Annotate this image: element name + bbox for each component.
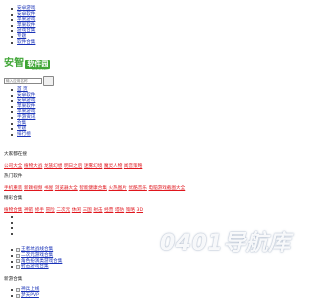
search-button[interactable]: [43, 76, 54, 86]
search-input[interactable]: [4, 78, 42, 84]
nav-item-label[interactable]: 安卓游戏: [17, 98, 35, 103]
top-link-label[interactable]: 安卓软件: [17, 12, 35, 17]
nav-item-label[interactable]: 苹果游戏: [17, 109, 35, 114]
collection-tag[interactable]: 休闲: [72, 208, 81, 213]
collection-tag[interactable]: 神箭: [24, 208, 33, 213]
main-nav: 首 页 安卓软件 安卓游戏 苹果软件 苹果游戏 手游资讯 合集 专题 排行榜: [5, 87, 35, 137]
hot-software-title: 热门软件: [4, 174, 23, 179]
top-link-software-collections[interactable]: 软件合集: [10, 40, 35, 46]
hot-search-title: 大家都在搜: [4, 152, 27, 157]
watermark: 0401导航库: [160, 231, 291, 256]
app-thumbnail-icon: [16, 247, 20, 252]
hot-software-tag[interactable]: 电脑游戏截图大全: [148, 186, 185, 191]
logo-text: 安智: [4, 58, 25, 69]
collection-tag[interactable]: 塔防: [115, 208, 124, 213]
hot-software-tag[interactable]: 手机重装: [4, 186, 22, 191]
hot-software-tag[interactable]: 优酷音乐: [129, 186, 147, 191]
collection-tag[interactable]: 植物合集: [4, 208, 22, 213]
collection-tag[interactable]: 三国: [83, 208, 92, 213]
app-collection-list: 王者坑战线合集 二次元游戏合集 角色扮演类游戏合集 射击游戏合集: [5, 247, 62, 270]
collection-tag[interactable]: 经营: [104, 208, 113, 213]
hot-search-tag[interactable]: 植物大战: [24, 164, 42, 169]
hot-search-tag[interactable]: 闻音策略: [124, 164, 142, 169]
hot-software-tags: 手机重装 新颖视频 书屋 浏览器大全 智能健康合集 火热图片 优酷音乐 电脑游戏截图大全: [4, 186, 187, 192]
hot-software-tag[interactable]: 新颖视频: [24, 186, 42, 191]
nav-item-label[interactable]: 合集: [17, 121, 26, 126]
hot-search-tag[interactable]: 明日之后: [64, 164, 82, 169]
top-link-label[interactable]: 安卓游戏: [17, 6, 35, 11]
game-thumbnail-icon: [16, 293, 20, 298]
nav-item-label[interactable]: 手游资讯: [17, 115, 35, 120]
new-games-title: 新游合集: [4, 277, 23, 282]
collection-tag[interactable]: 策略: [126, 208, 135, 213]
collection-tag[interactable]: 二次元: [56, 208, 70, 213]
hot-software-tag[interactable]: 浏览器大全: [55, 186, 78, 191]
nav-item-label[interactable]: 首 页: [17, 87, 28, 92]
app-collection-link[interactable]: 射击游戏合集: [21, 264, 49, 270]
nav-item-label[interactable]: 专题: [17, 126, 26, 131]
hot-software-tag[interactable]: 书屋: [44, 186, 53, 191]
hot-search-tag[interactable]: 龙族幻想: [44, 164, 62, 169]
hot-search-tag[interactable]: 迷雾幻境: [84, 164, 102, 169]
hot-search-tag[interactable]: 魔灵人物: [104, 164, 122, 169]
feature-item[interactable]: [10, 231, 17, 237]
hot-search-tag[interactable]: 公司大全: [4, 164, 22, 169]
feature-list: [5, 214, 17, 236]
site-logo[interactable]: 安智 软件园 anzhi.com: [4, 57, 66, 71]
search-bar: [4, 76, 54, 86]
nav-item-label[interactable]: 排行榜: [17, 132, 31, 137]
popular-collections-title: 精彩合集: [4, 196, 23, 201]
top-link-label[interactable]: 苹果游戏: [17, 17, 35, 22]
game-thumbnail-icon: [16, 287, 20, 292]
nav-item-rankings[interactable]: 排行榜: [10, 132, 35, 138]
popular-collections-tags: 植物合集 神箭 修手 冒险 二次元 休闲 三国 射击 经营 塔防 策略 3D: [4, 208, 145, 214]
app-collection-item[interactable]: 射击游戏合集: [10, 264, 62, 270]
app-thumbnail-icon: [16, 259, 20, 264]
bottom-list: 神兵上线 梦天PVP: [5, 287, 39, 299]
bottom-list-link[interactable]: 梦天PVP: [21, 293, 39, 299]
top-links-list: 安卓游戏 安卓软件 苹果游戏 苹果软件 游戏合集 专题 软件合集: [5, 6, 35, 45]
top-link-label[interactable]: 专题: [17, 34, 26, 39]
collection-tag[interactable]: 修手: [35, 208, 44, 213]
hot-software-tag[interactable]: 智能健康合集: [79, 186, 107, 191]
collection-tag[interactable]: 冒险: [46, 208, 55, 213]
app-thumbnail-icon: [16, 253, 20, 258]
logo-domain: anzhi.com: [32, 67, 49, 71]
bottom-list-item[interactable]: 梦天PVP: [10, 293, 39, 299]
collection-tag[interactable]: 3D: [137, 208, 143, 213]
app-thumbnail-icon: [16, 265, 20, 270]
hot-software-tag[interactable]: 火热图片: [109, 186, 127, 191]
nav-item-label[interactable]: 安卓软件: [17, 93, 35, 98]
collection-tag[interactable]: 射击: [93, 208, 102, 213]
top-link-label[interactable]: 游戏合集: [17, 28, 35, 33]
top-link-label[interactable]: 软件合集: [17, 40, 35, 45]
hot-search-tags: 公司大全 植物大战 龙族幻想 明日之后 迷雾幻境 魔灵人物 闻音策略: [4, 164, 144, 170]
